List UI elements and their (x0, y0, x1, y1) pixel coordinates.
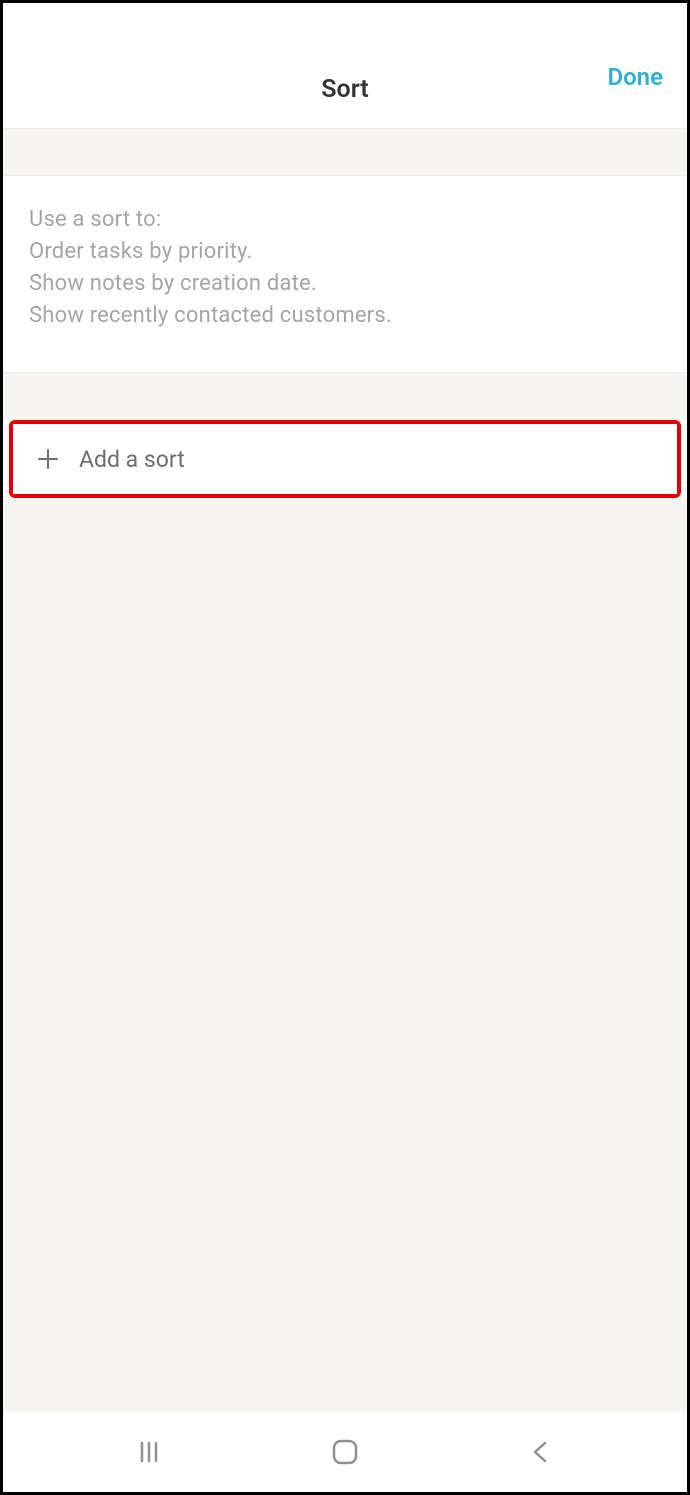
home-button[interactable] (321, 1428, 369, 1476)
description-line: Show notes by creation date. (29, 268, 661, 300)
content-area (3, 498, 687, 1412)
description-line: Order tasks by priority. (29, 236, 661, 268)
back-button[interactable] (517, 1428, 565, 1476)
add-sort-button[interactable]: Add a sort (13, 424, 677, 494)
recents-button[interactable] (125, 1428, 173, 1476)
page-title: Sort (321, 75, 368, 104)
system-nav-bar (3, 1412, 687, 1492)
plus-icon (35, 446, 61, 472)
section-gap (3, 128, 687, 176)
add-sort-highlight: Add a sort (9, 420, 681, 498)
add-sort-label: Add a sort (79, 446, 185, 473)
header-bar: Sort Done (3, 3, 687, 128)
section-spacer (3, 372, 687, 420)
done-button[interactable]: Done (607, 63, 663, 91)
description-line: Show recently contacted customers. (29, 300, 661, 332)
description-section: Use a sort to: Order tasks by priority. … (3, 176, 687, 372)
description-line: Use a sort to: (29, 204, 661, 236)
